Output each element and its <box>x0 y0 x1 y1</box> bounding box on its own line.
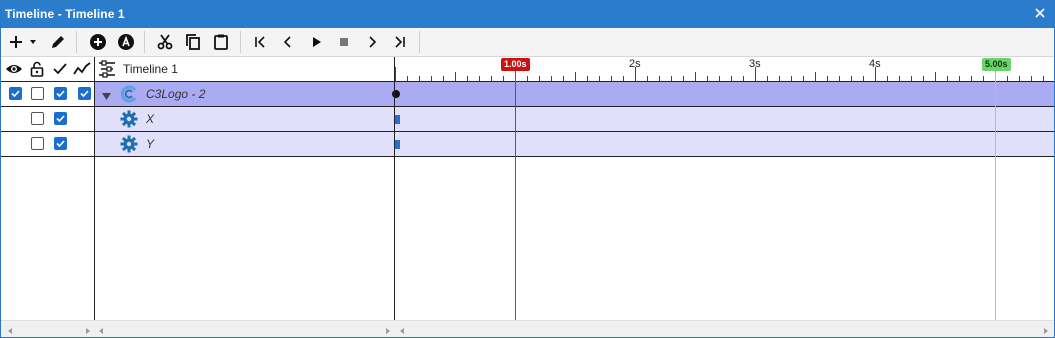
lock-checkbox[interactable] <box>31 87 44 100</box>
pane-divider[interactable] <box>94 57 95 320</box>
auto-circle-icon[interactable] <box>115 31 137 53</box>
tick-label-3s: 3s <box>749 58 761 70</box>
playhead-line[interactable] <box>515 71 516 320</box>
lock-checkbox[interactable] <box>31 112 44 125</box>
track-name: Y <box>146 137 155 151</box>
timeline-icon <box>98 60 116 78</box>
track-name: C3Logo - 2 <box>146 87 206 101</box>
lock-checkbox[interactable] <box>31 137 44 150</box>
keyframe-marker[interactable] <box>395 140 400 149</box>
lock-icon[interactable] <box>28 60 46 78</box>
toolbar-separator <box>240 31 241 53</box>
enabled-checkbox[interactable] <box>54 87 67 100</box>
eye-icon[interactable] <box>5 60 23 78</box>
toolbar-separator <box>419 31 420 53</box>
scissors-icon[interactable] <box>154 31 176 53</box>
curve-icon[interactable] <box>73 60 91 78</box>
title-bar: Timeline - Timeline 1 <box>1 1 1054 28</box>
timeline-name: Timeline 1 <box>123 62 178 76</box>
pencil-icon[interactable] <box>47 31 69 53</box>
scrollbar-row <box>1 320 1054 337</box>
keyframe-marker[interactable] <box>395 115 400 124</box>
play-icon[interactable] <box>305 31 327 53</box>
end-time-line[interactable] <box>995 71 996 320</box>
gear-icon <box>120 110 138 128</box>
close-icon[interactable] <box>1032 5 1048 21</box>
window-title: Timeline - Timeline 1 <box>5 7 125 21</box>
end-time-marker[interactable]: 5.00s <box>982 58 1011 71</box>
go-to-start-icon[interactable] <box>249 31 271 53</box>
enabled-checkbox[interactable] <box>54 112 67 125</box>
scroll-left-icon[interactable] <box>97 324 107 334</box>
track-row-property[interactable]: X <box>1 107 1054 132</box>
track-row-property[interactable]: Y <box>1 132 1054 157</box>
visible-checkbox[interactable] <box>9 87 22 100</box>
tick-label-2s: 2s <box>629 58 641 70</box>
gear-icon <box>120 135 138 153</box>
step-forward-icon[interactable] <box>361 31 383 53</box>
track-name: X <box>146 112 155 126</box>
checkmark-icon[interactable] <box>51 60 69 78</box>
collapse-triangle-icon[interactable] <box>102 90 111 100</box>
pane-divider[interactable] <box>394 57 395 320</box>
timeline-window: Timeline - Timeline 1 Timeline 1 2s 3s 4… <box>0 0 1055 338</box>
scroll-left-icon[interactable] <box>6 324 16 334</box>
dropdown-arrow-icon[interactable] <box>27 31 39 53</box>
track-controls <box>1 82 94 106</box>
time-ruler[interactable]: 2s 3s 4s 1.00s 5.00s <box>395 57 1054 82</box>
step-back-icon[interactable] <box>277 31 299 53</box>
toolbar-separator <box>144 31 145 53</box>
add-circle-icon[interactable] <box>87 31 109 53</box>
scroll-right-icon[interactable] <box>84 324 94 334</box>
track-controls <box>1 107 94 131</box>
go-to-end-icon[interactable] <box>389 31 411 53</box>
add-icon[interactable] <box>5 31 27 53</box>
paste-icon[interactable] <box>210 31 232 53</box>
toolbar-separator <box>76 31 77 53</box>
tick-label-4s: 4s <box>869 58 881 70</box>
enabled-checkbox[interactable] <box>54 137 67 150</box>
construct-logo-icon <box>120 85 138 103</box>
scroll-right-icon[interactable] <box>1042 324 1052 334</box>
scroll-right-icon[interactable] <box>384 324 394 334</box>
toolbar <box>1 28 1054 57</box>
playhead-marker[interactable]: 1.00s <box>501 58 530 71</box>
scroll-left-icon[interactable] <box>398 324 408 334</box>
ruler-ticks <box>395 67 1044 81</box>
curve-checkbox[interactable] <box>78 87 91 100</box>
stop-icon[interactable] <box>333 31 355 53</box>
copy-icon[interactable] <box>182 31 204 53</box>
track-controls <box>1 132 94 156</box>
track-row-instance[interactable]: C3Logo - 2 <box>1 82 1054 107</box>
